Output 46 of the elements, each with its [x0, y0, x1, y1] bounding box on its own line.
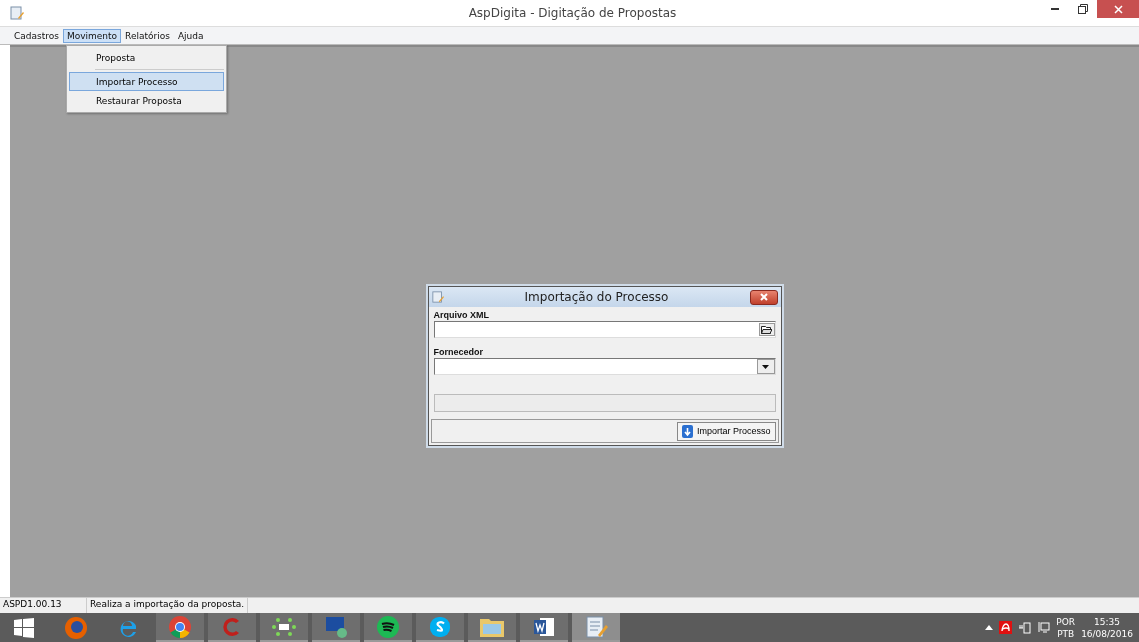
spotify-icon: [376, 614, 400, 639]
clock-time[interactable]: 15:35: [1094, 615, 1121, 628]
restore-icon: [1078, 4, 1088, 14]
taskbar-button[interactable]: [468, 613, 516, 642]
dialog-icon: [431, 291, 444, 303]
taskbar-button[interactable]: [520, 613, 568, 642]
skype-icon: [428, 614, 452, 639]
battery-icon[interactable]: [1018, 621, 1032, 634]
window-title: AspDigita - Digitação de Propostas: [467, 6, 678, 20]
close-icon: [1113, 4, 1123, 14]
menu-item[interactable]: Restaurar Proposta: [69, 91, 224, 110]
import-button[interactable]: Importar Processo: [676, 421, 776, 441]
minimize-icon: [1051, 8, 1059, 10]
menu-item[interactable]: Cadastros: [10, 28, 63, 43]
close-button[interactable]: [749, 289, 778, 305]
caret-icon: [762, 364, 769, 369]
menu-item[interactable]: Ajuda: [173, 28, 208, 43]
taskbar-button[interactable]: [260, 613, 308, 642]
app-icon: [10, 6, 24, 20]
dialog-title: Importação do Processo: [523, 290, 670, 304]
clock-date[interactable]: 16/08/2016: [1081, 627, 1133, 640]
chrome-icon: [168, 614, 192, 639]
supplier-dropdown[interactable]: [433, 358, 776, 375]
keyboard-layout-text[interactable]: PTB: [1057, 627, 1075, 640]
close-icon: [759, 293, 768, 301]
field-label: Arquivo XML: [433, 310, 490, 320]
taskbar-button[interactable]: [364, 613, 412, 642]
notepad-icon: [584, 614, 608, 639]
antivirus-icon[interactable]: [999, 621, 1013, 634]
folder-icon: [761, 325, 772, 334]
menu-item[interactable]: Relatórios: [121, 28, 174, 43]
taskbar-button[interactable]: [312, 613, 360, 642]
taskbar-button[interactable]: [416, 613, 464, 642]
file-input-field[interactable]: [433, 321, 776, 338]
language-text[interactable]: POR: [1056, 615, 1076, 628]
arrow-down-icon: [681, 424, 693, 438]
menu-item[interactable]: Proposta: [69, 48, 224, 67]
windows-logo-icon: [14, 617, 34, 638]
network-icon[interactable]: [1037, 621, 1051, 634]
menu-item[interactable]: Movimento: [62, 28, 122, 43]
menu-item[interactable]: Importar Processo: [69, 72, 224, 91]
browse-button[interactable]: [758, 323, 775, 336]
monitor-icon: [324, 614, 348, 639]
up-arrow-icon[interactable]: [985, 625, 994, 630]
firefox-icon: [64, 615, 88, 640]
field-label: Fornecedor: [433, 347, 484, 357]
